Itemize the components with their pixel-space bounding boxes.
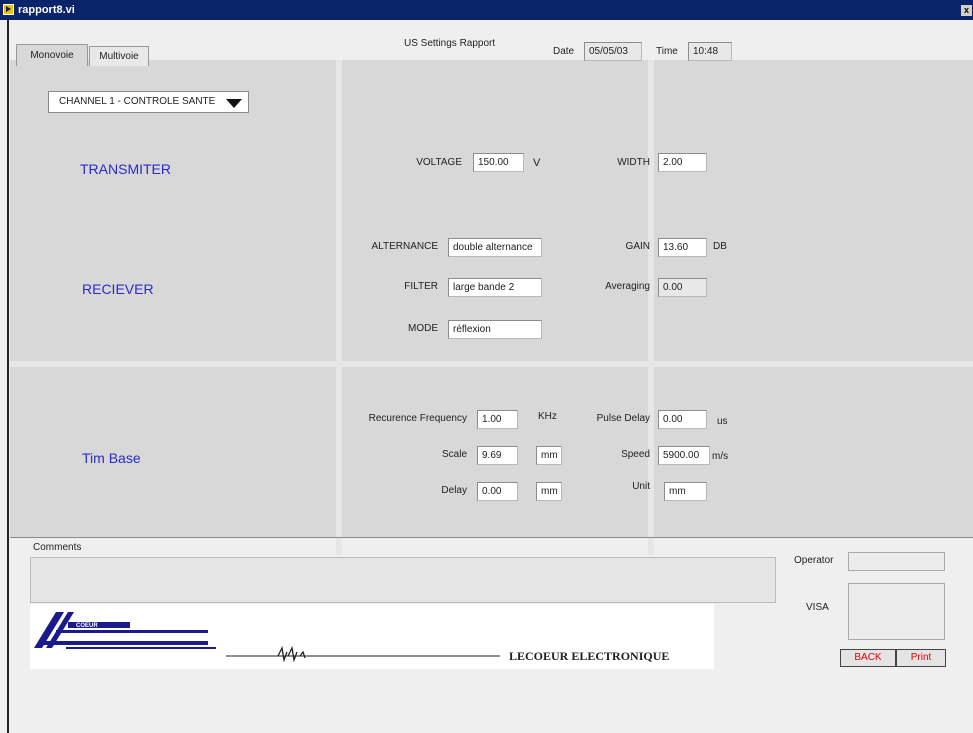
tab-multivoie-label: Multivoie <box>99 51 139 62</box>
timebase-section-title: Tim Base <box>82 450 141 466</box>
date-label: Date <box>553 46 575 57</box>
window-titlebar[interactable]: rapport8.vi x <box>0 0 973 20</box>
unit-label: Unit <box>632 481 650 492</box>
alternance-label: ALTERNANCE <box>371 241 439 252</box>
voltage-field[interactable]: 150.00 <box>473 153 524 172</box>
dropdown-arrow-icon[interactable] <box>226 99 242 108</box>
visa-field[interactable] <box>848 583 945 640</box>
pulse-delay-field[interactable]: 0.00 <box>658 410 707 429</box>
time-field: 10:48 <box>688 42 732 61</box>
delay-unit-field[interactable]: mm <box>536 482 562 501</box>
operator-field[interactable] <box>848 552 945 571</box>
channel-selector[interactable]: CHANNEL 1 - CONTROLE SANTE <box>48 91 249 113</box>
pulse-delay-label: Pulse Delay <box>596 413 650 424</box>
scale-unit-field[interactable]: mm <box>536 446 562 465</box>
filter-label: FILTER <box>404 281 438 292</box>
averaging-field: 0.00 <box>658 278 707 297</box>
unit-field[interactable]: mm <box>664 482 707 501</box>
mode-field[interactable]: réflexion <box>448 320 542 339</box>
gain-field[interactable]: 13.60 <box>658 238 707 257</box>
recurrence-frequency-unit: KHz <box>538 411 557 422</box>
mode-label: MODE <box>408 323 438 334</box>
logo-wordmark: COEUR <box>76 623 98 629</box>
window-title: rapport8.vi <box>18 4 75 16</box>
alternance-field[interactable]: double alternance <box>448 238 542 257</box>
receiver-section-title: RECIEVER <box>82 281 154 297</box>
speed-label: Speed <box>621 449 650 460</box>
footer-separator <box>10 537 973 538</box>
recurrence-frequency-label: Recurence Frequency <box>368 413 467 424</box>
print-button[interactable]: Print <box>896 649 946 667</box>
voltage-unit: V <box>533 157 541 169</box>
speed-field[interactable]: 5900.00 <box>658 446 710 465</box>
visa-label: VISA <box>806 602 829 613</box>
comments-field[interactable] <box>30 557 776 603</box>
speed-unit: m/s <box>712 451 729 462</box>
delay-field[interactable]: 0.00 <box>477 482 518 501</box>
voltage-label: VOLTAGE <box>416 157 462 168</box>
pulse-delay-unit: us <box>717 416 728 427</box>
column-divider-1 <box>336 60 342 555</box>
channel-selector-value: CHANNEL 1 - CONTROLE SANTE <box>59 96 216 107</box>
gain-unit: DB <box>713 241 727 252</box>
averaging-label: Averaging <box>605 281 650 292</box>
back-button[interactable]: BACK <box>840 649 896 667</box>
report-title: US Settings Rapport <box>404 38 496 49</box>
tab-panel <box>10 60 973 537</box>
comments-label: Comments <box>33 542 82 553</box>
operator-label: Operator <box>794 555 834 566</box>
tab-multivoie[interactable]: Multivoie <box>89 46 149 66</box>
transmitter-section-title: TRANSMITER <box>80 161 171 177</box>
time-label: Time <box>656 46 678 57</box>
row-divider <box>10 361 973 367</box>
recurrence-frequency-field[interactable]: 1.00 <box>477 410 518 429</box>
tab-monovoie-label: Monovoie <box>30 50 74 61</box>
company-logo-graphic: COEUR LECOEUR ELECTRONIQUE <box>34 612 669 663</box>
company-logo-banner: COEUR LECOEUR ELECTRONIQUE <box>30 604 714 669</box>
width-label: WIDTH <box>617 157 650 168</box>
tab-monovoie[interactable]: Monovoie <box>16 44 88 66</box>
date-field: 05/05/03 <box>584 42 642 61</box>
filter-field[interactable]: large bande 2 <box>448 278 542 297</box>
width-field[interactable]: 2.00 <box>658 153 707 172</box>
company-name: LECOEUR ELECTRONIQUE <box>509 649 669 663</box>
scale-field[interactable]: 9.69 <box>477 446 518 465</box>
labview-vi-icon <box>3 4 14 15</box>
window-left-border <box>7 20 9 733</box>
scale-label: Scale <box>441 449 467 460</box>
gain-label: GAIN <box>625 241 650 252</box>
delay-label: Delay <box>441 485 467 496</box>
close-icon[interactable]: x <box>961 5 972 16</box>
